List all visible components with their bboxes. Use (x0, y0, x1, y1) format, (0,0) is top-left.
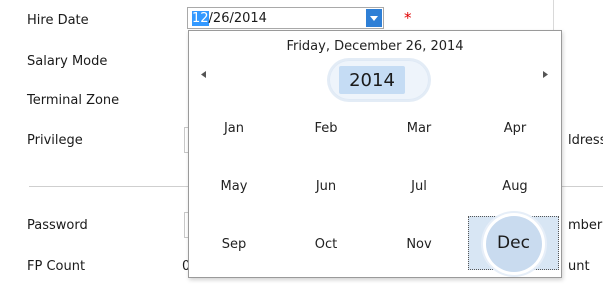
privilege-label: Privilege (27, 133, 83, 148)
month-jun[interactable]: Jun (296, 179, 356, 194)
hire-date-input[interactable]: 12/26/2014 (187, 7, 384, 29)
terminal-zone-label: Terminal Zone (27, 93, 120, 108)
calendar-popup: Friday, December 26, 2014 2014 Jan Feb M… (188, 30, 562, 278)
prev-year-button[interactable] (201, 70, 206, 81)
required-marker: * (404, 9, 412, 27)
address-label: ldress (568, 133, 603, 148)
month-may[interactable]: May (204, 179, 264, 194)
triangle-left-icon (201, 71, 206, 78)
calendar-current-date[interactable]: Friday, December 26, 2014 (189, 39, 561, 54)
dropdown-button[interactable] (366, 9, 382, 27)
hire-date-rest: /26/2014 (208, 11, 267, 26)
month-aug[interactable]: Aug (485, 179, 545, 194)
month-oct[interactable]: Oct (296, 237, 356, 252)
salary-mode-label: Salary Mode (27, 54, 108, 69)
count-label: unt (568, 259, 590, 274)
month-feb[interactable]: Feb (296, 121, 356, 136)
month-nov[interactable]: Nov (389, 237, 449, 252)
section-divider-right (560, 186, 603, 187)
next-year-button[interactable] (543, 70, 548, 81)
month-apr[interactable]: Apr (485, 121, 545, 136)
month-jul[interactable]: Jul (389, 179, 449, 194)
number-label: mber (568, 218, 603, 233)
month-sep[interactable]: Sep (204, 237, 264, 252)
month-mar[interactable]: Mar (389, 121, 449, 136)
month-dec[interactable]: Dec (468, 233, 559, 253)
triangle-right-icon (543, 71, 548, 78)
hire-date-value[interactable]: 12/26/2014 (192, 11, 267, 26)
fp-count-label: FP Count (27, 259, 86, 274)
password-label: Password (27, 218, 88, 233)
section-divider (29, 186, 189, 187)
hire-date-label: Hire Date (27, 13, 89, 28)
hire-date-month-selection: 12 (192, 11, 209, 26)
month-jan[interactable]: Jan (204, 121, 264, 136)
chevron-down-icon (370, 15, 378, 21)
year-header[interactable]: 2014 (339, 66, 405, 94)
